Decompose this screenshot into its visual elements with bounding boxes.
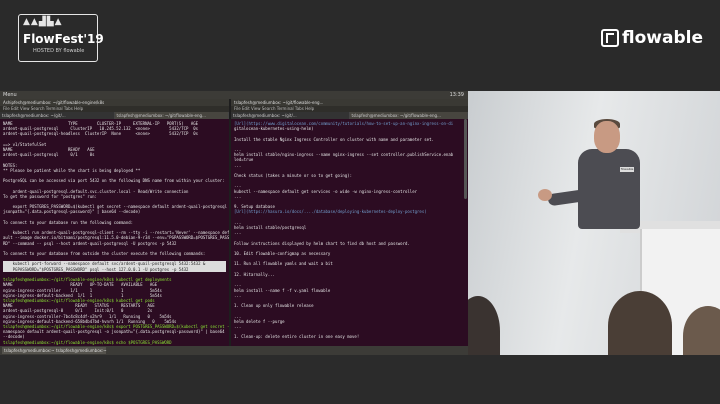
speaker-photo: flowable <box>468 91 720 355</box>
os-top-bar: Menu 13:39 <box>0 91 468 99</box>
flowable-logo-icon <box>601 29 619 47</box>
flowfest-logo-hosted: HOSTED BY flowable <box>33 48 85 54</box>
terminal-tab[interactable]: tslapfesh@mediumbox: ~/git/... <box>231 112 350 119</box>
terminal-right-output: [Url](https://www.digitalocean.com/commu… <box>231 119 468 355</box>
audience-head <box>608 291 672 355</box>
terminal-line: tslapfesh@mediumbox:~/git/flowable-engin… <box>3 339 172 345</box>
terminal-left-tabs: tslapfesh@mediumbox: ~/git/... tslapfesh… <box>0 112 229 119</box>
terminal-line: kubectl port-forward --namespace default… <box>3 261 226 267</box>
terminal-right[interactable]: tslapfesh@mediumbox: ~/git/flowable-eng.… <box>231 99 468 355</box>
terminal-line: ault --image docker.io/bitnami/postgresq… <box>3 235 229 241</box>
terminal-tab[interactable]: tslapfesh@mediumbox: ~/git/flowable-eng.… <box>114 112 229 119</box>
os-clock: 13:39 <box>449 92 464 98</box>
speaker-hand <box>538 189 552 201</box>
terminal-line: PostgreSQL can be accessed via port 5432… <box>3 178 225 184</box>
terminal-left[interactable]: Ashipfesh@mediumbox: ~/git/flowable-engi… <box>0 99 229 355</box>
flowable-logo: flowable <box>601 27 703 49</box>
speaker-head <box>594 121 620 153</box>
taskbar-item[interactable]: tslapfesh@mediumbox:~ <box>2 347 55 354</box>
terminal-line: To connect to your database from outside… <box>3 251 206 257</box>
screen-share: Menu 13:39 Ashipfesh@mediumbox: ~/git/fl… <box>0 91 468 355</box>
terminal-line: namespace default ardent-quail-postgresq… <box>3 329 225 335</box>
terminal-tab[interactable]: tslapfesh@mediumbox: ~/git/... <box>0 112 115 119</box>
taskbar-item[interactable]: tslapfesh@mediumbox:~ <box>54 347 107 354</box>
terminal-left-title: Ashipfesh@mediumbox: ~/git/flowable-engi… <box>0 99 229 106</box>
os-menu-button[interactable]: Menu <box>3 92 17 98</box>
skyline-icon: ▲▲▟▙▲ <box>23 17 63 27</box>
flowable-logo-text: flowable <box>622 28 703 48</box>
terminal-right-scrollbar[interactable] <box>464 119 467 199</box>
terminal-line: ardent-quail-postgresql-headless Cluster… <box>3 131 199 137</box>
terminal-tab[interactable]: tslapfesh@mediumbox: ~/git/flowable-eng.… <box>349 112 468 119</box>
event-banner: ▲▲▟▙▲ FlowFest'19 HOSTED BY flowable flo… <box>0 0 720 90</box>
terminal-left-output: NAME TYPE CLUSTER-IP EXTERNAL-IP PORT(S)… <box>0 119 229 347</box>
terminal-line: Install the stable Nginx Ingress Control… <box>234 136 434 142</box>
terminal-line: helm install stable/nginx-ingress --name… <box>234 152 454 158</box>
terminal-right-tabs: tslapfesh@mediumbox: ~/git/... tslapfesh… <box>231 112 468 119</box>
flowfest-logo: ▲▲▟▙▲ FlowFest'19 HOSTED BY flowable <box>18 14 104 62</box>
bottom-bar <box>0 355 720 404</box>
terminal-right-title: tslapfesh@mediumbox: ~/git/flowable-eng.… <box>231 99 468 106</box>
flowfest-logo-title: FlowFest'19 <box>23 32 104 46</box>
shirt-logo: flowable <box>620 167 634 172</box>
os-taskbar: tslapfesh@mediumbox:~ tslapfesh@mediumbo… <box>0 346 468 355</box>
